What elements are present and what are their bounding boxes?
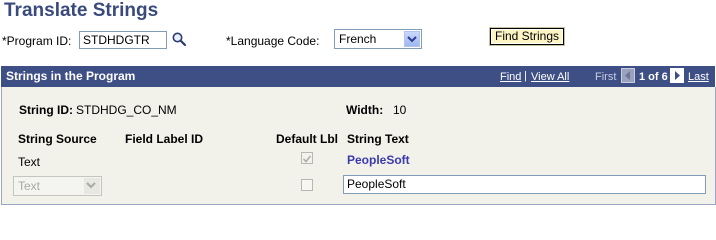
separator: | — [524, 70, 527, 82]
translated-default-lbl-checkbox[interactable] — [301, 179, 313, 191]
string-id-label: String ID: — [19, 103, 73, 117]
view-all-link[interactable]: View All — [531, 71, 569, 83]
base-string-source: Text — [18, 155, 41, 169]
chevron-down-icon — [407, 36, 417, 43]
program-id-input[interactable]: STDHDGTR — [79, 31, 167, 49]
base-string-text: PeopleSoft — [347, 153, 410, 167]
program-id-label: *Program ID: — [2, 34, 72, 48]
grid-title: Strings in the Program — [6, 69, 136, 83]
translated-string-text-input[interactable]: PeopleSoft — [343, 175, 706, 194]
language-code-select[interactable]: French — [334, 29, 422, 49]
checkmark-icon — [302, 155, 312, 163]
col-field-label-id: Field Label ID — [125, 132, 204, 146]
language-code-value: French — [339, 32, 377, 46]
base-default-lbl-checkbox — [301, 152, 313, 164]
find-link[interactable]: Find — [500, 71, 521, 83]
grid-body: String ID: STDHDG_CO_NM Width: 10 String… — [1, 87, 716, 205]
search-icon[interactable] — [171, 31, 187, 47]
dropdown-arrow-disabled — [84, 178, 100, 194]
col-default-lbl: Default Lbl — [276, 132, 338, 146]
string-source-value: Text — [18, 179, 41, 193]
grid-header: Strings in the Program Find | View All F… — [1, 66, 715, 87]
width-value: 10 — [393, 103, 407, 117]
dropdown-arrow[interactable] — [404, 31, 420, 47]
first-label: First — [595, 71, 617, 83]
last-link[interactable]: Last — [688, 71, 709, 83]
previous-arrow-icon — [621, 68, 635, 83]
language-code-label: *Language Code: — [226, 34, 320, 48]
chevron-down-icon — [86, 182, 96, 189]
row-position: 1 of 6 — [639, 71, 668, 83]
width-label: Width: — [346, 103, 384, 117]
col-string-text: String Text — [347, 132, 409, 146]
page-title: Translate Strings — [4, 0, 159, 21]
string-source-select: Text — [13, 176, 102, 196]
string-id-value: STDHDG_CO_NM — [76, 103, 177, 117]
next-arrow-icon[interactable] — [670, 68, 684, 83]
find-strings-button[interactable]: Find Strings — [490, 28, 565, 45]
col-string-source: String Source — [18, 132, 97, 146]
